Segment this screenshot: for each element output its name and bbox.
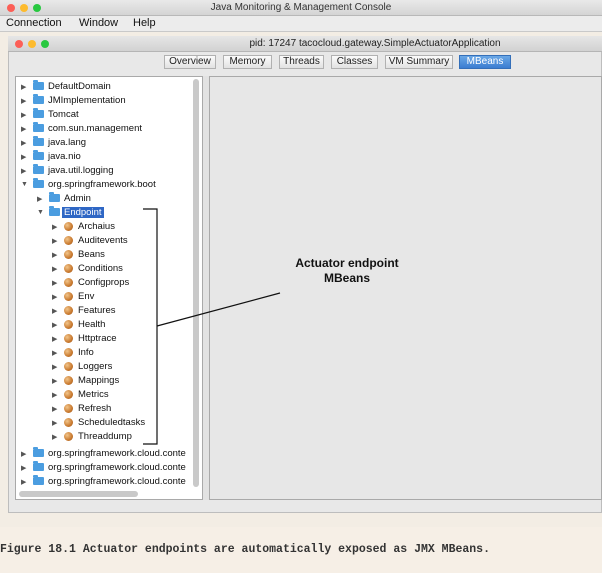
annotation-line-1: Actuator endpoint: [295, 256, 399, 270]
figure-caption: Figure 18.1 Actuator endpoints are autom…: [0, 543, 490, 556]
annotation-label: Actuator endpoint MBeans: [282, 256, 412, 286]
callout-bracket: [143, 208, 281, 445]
annotation-line-2: MBeans: [323, 271, 370, 285]
